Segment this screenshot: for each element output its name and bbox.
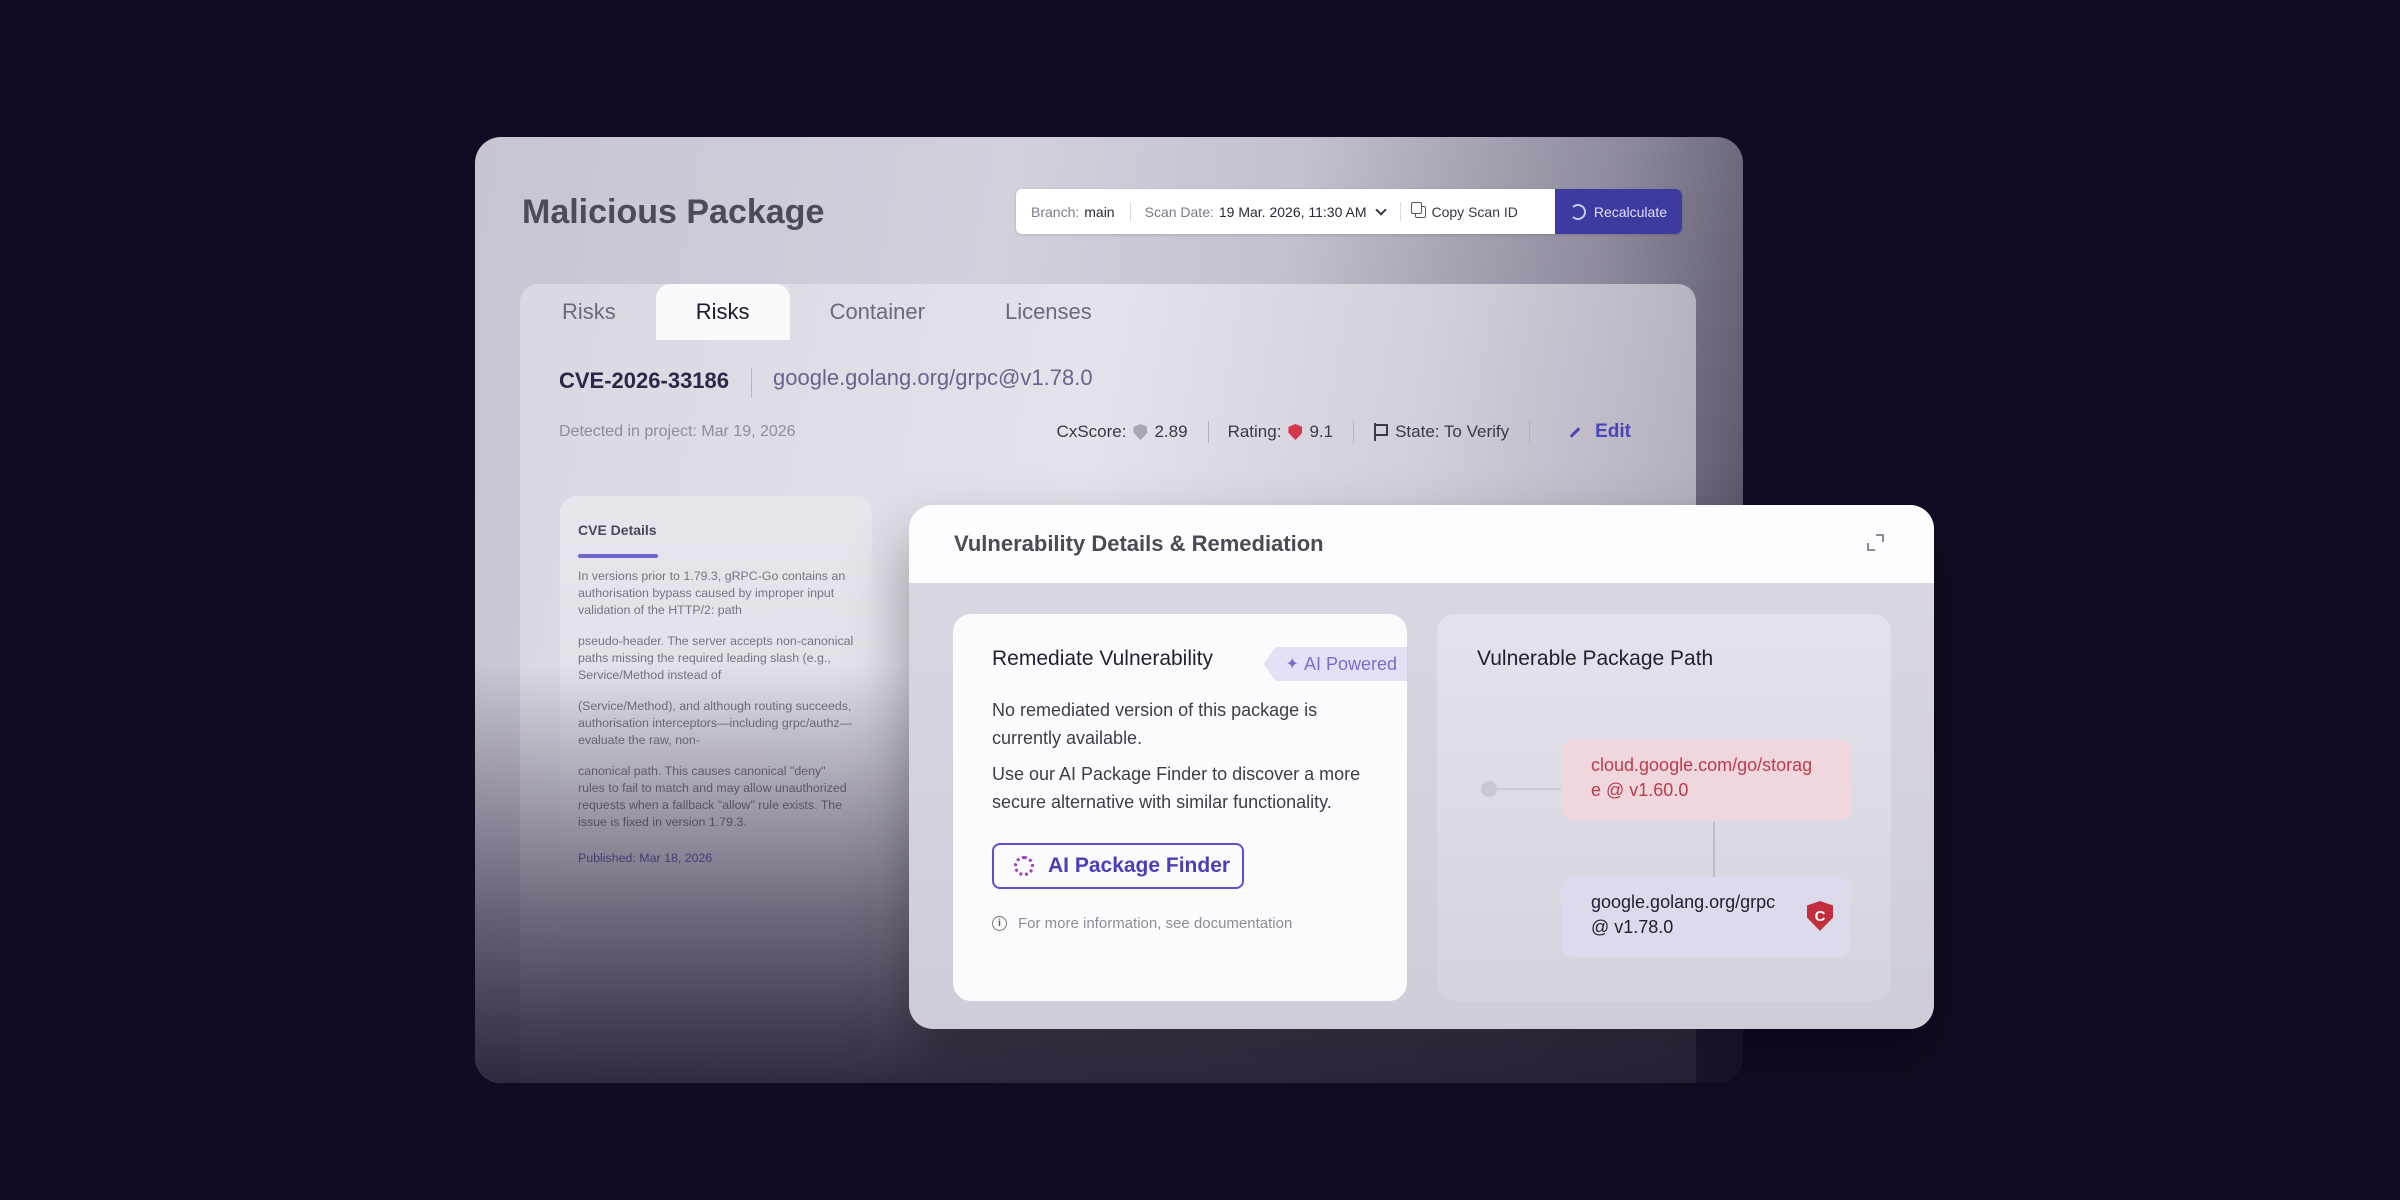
no-remediation-text: No remediated version of this package is… — [992, 700, 1318, 748]
branch-label: Branch: — [1031, 203, 1080, 220]
cxscore: CxScore: 2.89 — [1037, 412, 1208, 452]
tab-licenses[interactable]: Licenses — [965, 284, 1132, 340]
cve-description-3: (Service/Method), and although routing s… — [578, 698, 853, 747]
detected-date: Detected in project: Mar 19, 2026 — [559, 423, 796, 440]
cve-details-title: CVE Details — [578, 522, 657, 538]
flag-icon — [1373, 423, 1389, 441]
edit-button[interactable]: Edit — [1529, 412, 1651, 452]
tab-container[interactable]: Container — [790, 284, 965, 340]
ai-powered-label: AI Powered — [1303, 653, 1397, 674]
scan-date-label: Scan Date: — [1144, 203, 1214, 220]
severity-shield-icon — [1288, 424, 1303, 440]
rating-value: 9.1 — [1309, 422, 1334, 441]
path-node-grpc[interactable]: google.golang.org/grpc @ v1.78.0 C — [1561, 877, 1851, 957]
page-title: Malicious Package — [522, 193, 825, 231]
scan-date-dropdown[interactable]: Scan Date: 19 Mar. 2026, 11:30 AM — [1129, 189, 1400, 234]
state-value: State: To Verify — [1395, 422, 1510, 441]
ai-package-finder-label: AI Package Finder — [1048, 853, 1231, 877]
path-connector — [1497, 788, 1561, 790]
tab-risks[interactable]: Risks — [520, 284, 656, 340]
remediation-modal: Vulnerability Details & Remediation Reme… — [909, 505, 1934, 1029]
cve-description-2: pseudo-header. The server accepts non-ca… — [578, 633, 854, 682]
pencil-icon — [1569, 426, 1581, 438]
documentation-link[interactable]: i For more information, see documentatio… — [992, 915, 1368, 932]
cve-details-card: CVE Details In versions prior to 1.79.3,… — [560, 496, 872, 1056]
path-node-grpc-label: google.golang.org/grpc @ v1.78.0 — [1591, 892, 1776, 938]
path-root-dot — [1481, 781, 1497, 797]
info-icon: i — [992, 915, 1007, 931]
modal-title: Vulnerability Details & Remediation — [954, 531, 1324, 556]
copy-scan-id-button[interactable]: Copy Scan ID — [1399, 189, 1533, 234]
cxscore-value: 2.89 — [1154, 422, 1188, 441]
state[interactable]: State: To Verify — [1353, 412, 1529, 452]
expand-icon[interactable] — [1867, 534, 1884, 551]
scan-date-value: 19 Mar. 2026, 11:30 AM — [1218, 203, 1367, 220]
path-connector-vertical — [1713, 822, 1715, 882]
branch-value: main — [1084, 203, 1115, 220]
cve-id: CVE-2026-33186 — [559, 368, 730, 393]
published-date: Published: Mar 18, 2026 — [578, 850, 713, 865]
ai-powered-badge: ✦ AI Powered — [1263, 647, 1407, 681]
edit-label: Edit — [1595, 421, 1631, 442]
path-node-storage[interactable]: cloud.google.com/go/storage @ v1.60.0 — [1561, 740, 1851, 820]
risk-metrics: CxScore: 2.89 Rating: 9.1 State: To Veri… — [1037, 412, 1651, 452]
cve-details-underline — [578, 554, 658, 558]
package-path-card: Vulnerable Package Path cloud.google.com… — [1437, 614, 1891, 1001]
tab-risks-active[interactable]: Risks — [655, 284, 790, 340]
modal-header: Vulnerability Details & Remediation — [909, 505, 1934, 583]
scan-toolbar: Branch: main Scan Date: 19 Mar. 2026, 11… — [1016, 189, 1682, 234]
package-finder-text: Use our AI Package Finder to discover a … — [992, 763, 1361, 812]
recalculate-label: Recalculate — [1593, 203, 1667, 220]
package-name[interactable]: google.golang.org/grpc@v1.78.0 — [773, 365, 1093, 391]
rating-label: Rating: — [1227, 422, 1282, 441]
package-path-title: Vulnerable Package Path — [1477, 647, 1714, 670]
chevron-down-icon — [1374, 203, 1387, 216]
cxscore-label: CxScore: — [1056, 422, 1127, 441]
shield-icon — [1133, 424, 1148, 440]
tab-bar: Risks Risks Container Licenses — [520, 284, 1132, 340]
divider — [751, 368, 752, 398]
cve-description-1: In versions prior to 1.79.3, gRPC-Go con… — [578, 569, 846, 617]
recalculate-button[interactable]: Recalculate — [1554, 189, 1682, 234]
ai-finder-icon — [1014, 855, 1034, 876]
copy-scan-id-label: Copy Scan ID — [1431, 203, 1518, 220]
remediate-card: Remediate Vulnerability ✦ AI Powered No … — [953, 614, 1407, 1001]
branch-selector[interactable]: Branch: main — [1016, 189, 1130, 234]
rating: Rating: 9.1 — [1207, 412, 1354, 452]
documentation-text: For more information, see documentation — [1018, 914, 1293, 932]
critical-shield-icon: C — [1807, 901, 1833, 931]
cve-description-4: canonical path. This causes canonical "d… — [578, 763, 847, 829]
ai-package-finder-button[interactable]: AI Package Finder — [992, 842, 1244, 889]
sparkle-icon: ✦ — [1285, 656, 1299, 673]
refresh-icon — [1569, 203, 1586, 220]
copy-icon — [1410, 201, 1426, 218]
